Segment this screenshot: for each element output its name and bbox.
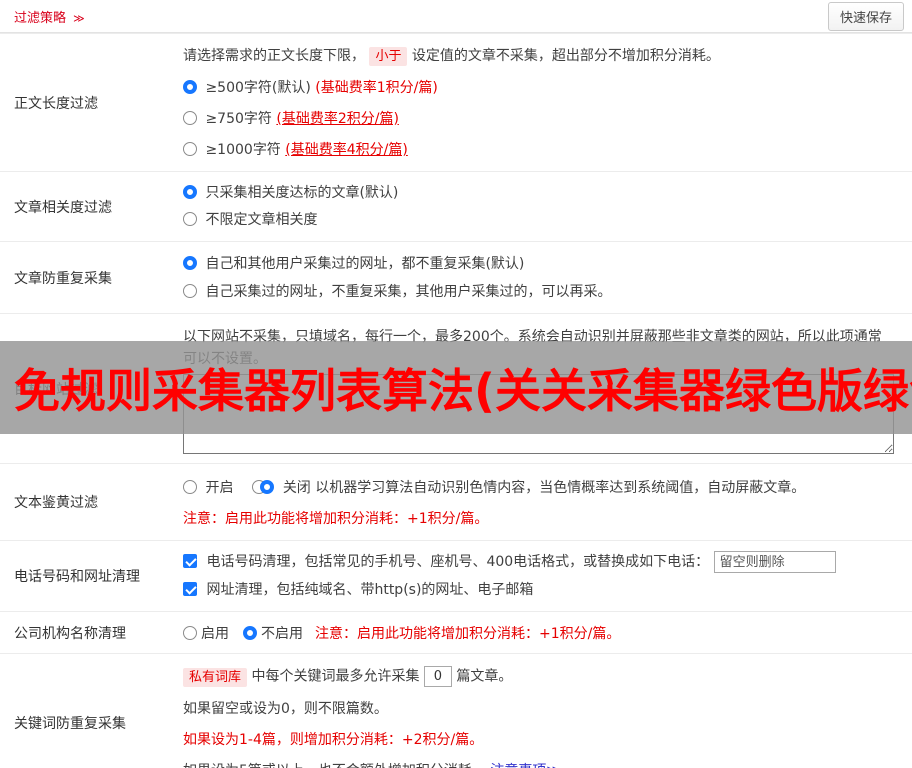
intro-text-before: 请选择需求的正文长度下限， bbox=[183, 48, 365, 64]
option-label: 自己和其他用户采集过的网址，都不重复采集(默认) bbox=[205, 256, 524, 272]
option-750-chars: ≥750字符 (基础费率2积分/篇) bbox=[183, 109, 902, 129]
radio-relevance-any[interactable] bbox=[183, 212, 197, 226]
row-label-text: 文章相关度过滤 bbox=[14, 197, 112, 217]
keyword-limit-line: 私有词库 中每个关键词最多允许采集 篇文章。 bbox=[183, 666, 902, 688]
page-title[interactable]: 过滤策略 ≫ bbox=[14, 7, 85, 26]
row-label-text: 公司机构名称清理 bbox=[14, 623, 126, 643]
row-label-porn-filter: 文本鉴黄过滤 bbox=[0, 464, 183, 540]
phone-cleanup-line: 电话号码清理，包括常见的手机号、座机号、400电话格式，或替换成如下电话： bbox=[183, 551, 902, 573]
option-label: 关闭 bbox=[283, 480, 311, 496]
option-dedup-self-only: 自己采集过的网址，不重复采集，其他用户采集过的，可以再采。 bbox=[183, 282, 902, 302]
option-label: 只采集相关度达标的文章(默认) bbox=[205, 185, 398, 201]
page-title-text: 过滤策略 bbox=[14, 11, 66, 26]
option-fee-note: (基础费率1积分/篇) bbox=[315, 80, 438, 96]
radio-750-chars[interactable] bbox=[183, 111, 197, 125]
option-label: ≥1000字符 bbox=[205, 142, 280, 158]
intro-text-after: 设定值的文章不采集，超出部分不增加积分消耗。 bbox=[412, 48, 720, 64]
filter-strategy-page: 过滤策略 ≫ 快速保存 正文长度过滤 请选择需求的正文长度下限， 小于 设定值的… bbox=[0, 0, 912, 768]
row-dedup-collection: 文章防重复采集 自己和其他用户采集过的网址，都不重复采集(默认) 自己采集过的网… bbox=[0, 241, 912, 313]
row-label-dedup: 文章防重复采集 bbox=[0, 242, 183, 313]
option-label: ≥750字符 bbox=[205, 111, 271, 127]
radio-500-chars[interactable] bbox=[183, 80, 197, 94]
row-label-content-length: 正文长度过滤 bbox=[0, 34, 183, 171]
row-label-company: 公司机构名称清理 bbox=[0, 612, 183, 653]
porn-filter-desc: 以机器学习算法自动识别色情内容，当色情概率达到系统阈值，自动屏蔽文章。 bbox=[315, 480, 805, 496]
option-label: ≥500字符(默认) bbox=[205, 80, 310, 96]
option-label: 自己采集过的网址，不重复采集，其他用户采集过的，可以再采。 bbox=[205, 284, 611, 300]
company-cleanup-options: 启用 不启用 注意：启用此功能将增加积分消耗：+1积分/篇。 bbox=[183, 612, 912, 653]
row-content-length-filter: 正文长度过滤 请选择需求的正文长度下限， 小于 设定值的文章不采集，超出部分不增… bbox=[0, 33, 912, 171]
option-label: 电话号码清理，包括常见的手机号、座机号、400电话格式，或替换成如下电话： bbox=[206, 554, 709, 570]
row-label-text: 文章防重复采集 bbox=[14, 268, 112, 288]
replacement-phone-input[interactable] bbox=[714, 551, 836, 573]
option-fee-note: (基础费率2积分/篇) bbox=[276, 111, 399, 127]
porn-filter-note: 注意：启用此功能将增加积分消耗：+1积分/篇。 bbox=[183, 509, 902, 529]
option-dedup-all-users: 自己和其他用户采集过的网址，都不重复采集(默认) bbox=[183, 254, 902, 274]
keyword-note-five-plus: 如果设为5篇或以上，也不会额外增加积分消耗。 注意事项≫ bbox=[183, 761, 902, 768]
option-label: 网址清理，包括纯域名、带http(s)的网址、电子邮箱 bbox=[206, 582, 533, 598]
option-fee-note: (基础费率4积分/篇) bbox=[285, 142, 408, 158]
row-keyword-dedup: 关键词防重复采集 私有词库 中每个关键词最多允许采集 篇文章。 如果留空或设为0… bbox=[0, 653, 912, 768]
row-porn-filter: 文本鉴黄过滤 开启 关闭 以机器学习算法自动识别色情内容，当色情概率达到系统阈值… bbox=[0, 463, 912, 540]
row-company-cleanup: 公司机构名称清理 启用 不启用 注意：启用此功能将增加积分消耗：+1积分/篇。 bbox=[0, 611, 912, 653]
header: 过滤策略 ≫ 快速保存 bbox=[0, 0, 912, 33]
row-label-text: 电话号码和网址清理 bbox=[14, 566, 140, 586]
notes-link[interactable]: 注意事项≫ bbox=[490, 763, 561, 768]
row-label-text: 正文长度过滤 bbox=[14, 93, 98, 113]
checkbox-url-cleanup[interactable] bbox=[183, 582, 197, 596]
radio-porn-on[interactable] bbox=[183, 480, 197, 494]
row-relevance-filter: 文章相关度过滤 只采集相关度达标的文章(默认) 不限定文章相关度 bbox=[0, 171, 912, 241]
row-label-phone-url: 电话号码和网址清理 bbox=[0, 541, 183, 611]
keyword-note-fee: 如果设为1-4篇，则增加积分消耗：+2积分/篇。 bbox=[183, 730, 902, 750]
keyword-note-unlimited: 如果留空或设为0，则不限篇数。 bbox=[183, 699, 902, 719]
radio-company-off[interactable] bbox=[243, 626, 257, 640]
radio-porn-off-checked[interactable] bbox=[260, 480, 274, 494]
less-than-badge: 小于 bbox=[369, 47, 407, 66]
option-500-chars: ≥500字符(默认) (基础费率1积分/篇) bbox=[183, 78, 902, 98]
chevron-down-icon: ≫ bbox=[73, 12, 85, 25]
watermark-overlay: 免规则采集器列表算法(关关采集器绿色版绿色 bbox=[0, 341, 912, 434]
row-label-text: 关键词防重复采集 bbox=[14, 713, 126, 733]
max-collect-count-input[interactable] bbox=[424, 666, 452, 687]
content-length-intro: 请选择需求的正文长度下限， 小于 设定值的文章不采集，超出部分不增加积分消耗。 bbox=[183, 46, 902, 67]
option-label: 开启 bbox=[205, 480, 233, 496]
quick-save-button[interactable]: 快速保存 bbox=[828, 2, 904, 31]
option-relevance-any: 不限定文章相关度 bbox=[183, 210, 902, 230]
row-phone-url-cleanup: 电话号码和网址清理 电话号码清理，包括常见的手机号、座机号、400电话格式，或替… bbox=[0, 540, 912, 611]
radio-relevance-strict[interactable] bbox=[183, 185, 197, 199]
option-label: 启用 bbox=[201, 623, 229, 643]
porn-filter-options: 开启 关闭 以机器学习算法自动识别色情内容，当色情概率达到系统阈值，自动屏蔽文章… bbox=[183, 478, 902, 498]
row-label-relevance: 文章相关度过滤 bbox=[0, 172, 183, 241]
option-label: 不启用 bbox=[261, 623, 303, 643]
keyword-note-text: 如果设为5篇或以上，也不会额外增加积分消耗。 bbox=[183, 763, 486, 768]
radio-company-on[interactable] bbox=[183, 626, 197, 640]
watermark-text: 免规则采集器列表算法(关关采集器绿色版绿色 bbox=[0, 355, 912, 421]
private-lexicon-badge[interactable]: 私有词库 bbox=[183, 668, 247, 687]
radio-dedup-all-users[interactable] bbox=[183, 256, 197, 270]
url-cleanup-line: 网址清理，包括纯域名、带http(s)的网址、电子邮箱 bbox=[183, 580, 902, 600]
radio-dedup-self-only[interactable] bbox=[183, 284, 197, 298]
row-label-text: 文本鉴黄过滤 bbox=[14, 492, 98, 512]
option-1000-chars: ≥1000字符 (基础费率4积分/篇) bbox=[183, 140, 902, 160]
option-label: 不限定文章相关度 bbox=[205, 212, 317, 228]
radio-1000-chars[interactable] bbox=[183, 142, 197, 156]
checkbox-phone-cleanup[interactable] bbox=[183, 554, 197, 568]
company-note: 注意：启用此功能将增加积分消耗：+1积分/篇。 bbox=[315, 623, 620, 643]
keyword-limit-suffix: 篇文章。 bbox=[456, 669, 512, 685]
row-label-keyword: 关键词防重复采集 bbox=[0, 654, 183, 768]
keyword-limit-text: 中每个关键词最多允许采集 bbox=[251, 669, 419, 685]
option-relevance-strict: 只采集相关度达标的文章(默认) bbox=[183, 183, 902, 203]
